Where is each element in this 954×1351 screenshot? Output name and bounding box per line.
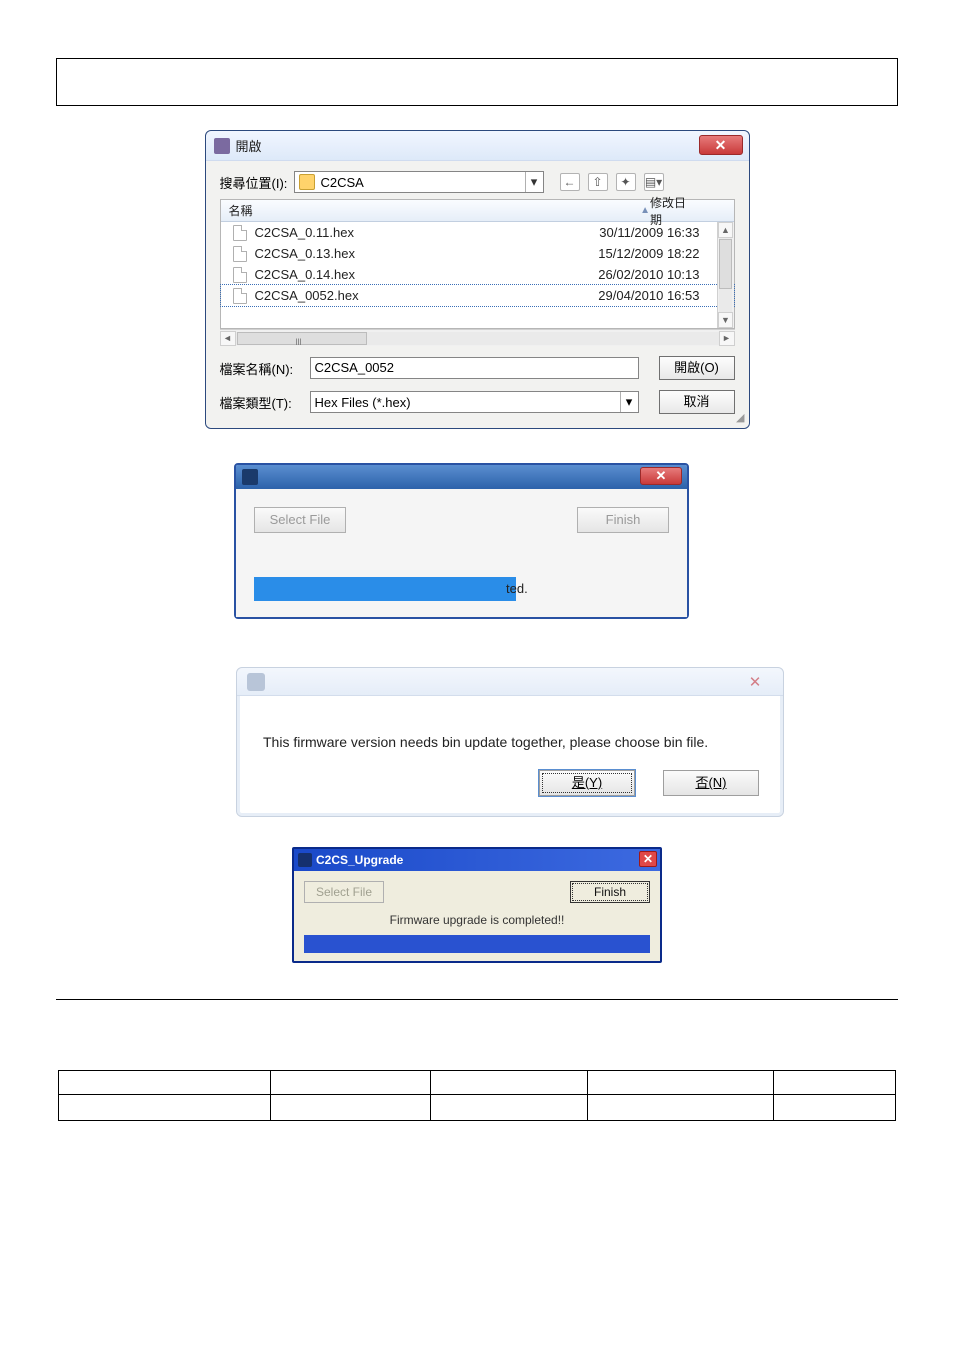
- app-icon: [298, 853, 312, 867]
- new-folder-button[interactable]: ✦: [616, 173, 636, 191]
- close-button[interactable]: ✕: [639, 851, 657, 867]
- close-button[interactable]: ✕: [699, 135, 743, 155]
- finish-button[interactable]: Finish: [570, 881, 650, 903]
- divider: [56, 999, 898, 1000]
- confirm-bin-dialog: ✕ This firmware version needs bin update…: [236, 667, 784, 817]
- file-row[interactable]: C2CSA_0.14.hex 26/02/2010 10:13: [221, 264, 734, 285]
- dialog-titlebar[interactable]: ✕: [236, 465, 687, 489]
- scroll-thumb[interactable]: [719, 239, 732, 289]
- file-list-header[interactable]: 名稱 ▲ 修改日期: [221, 200, 734, 222]
- select-file-button[interactable]: Select File: [304, 881, 384, 903]
- table-cell: [774, 1095, 896, 1121]
- table-cell: [430, 1071, 588, 1095]
- file-list[interactable]: 名稱 ▲ 修改日期 C2CSA_0.11.hex 30/11/2009 16:3…: [220, 199, 735, 329]
- table-cell: [270, 1071, 430, 1095]
- progress-area: ted.: [254, 577, 669, 603]
- finish-button[interactable]: Finish: [577, 507, 669, 533]
- view-menu-button[interactable]: ▤▾: [644, 173, 664, 191]
- file-icon: [233, 288, 247, 304]
- progress-text: ted.: [506, 581, 528, 596]
- cancel-button[interactable]: 取消: [659, 390, 735, 414]
- horizontal-scrollbar[interactable]: ◄ lll ►: [220, 329, 735, 346]
- filetype-label: 檔案類型(T):: [220, 393, 310, 412]
- dialog-message: This firmware version needs bin update t…: [237, 696, 783, 770]
- select-file-button[interactable]: Select File: [254, 507, 346, 533]
- filetype-value: Hex Files (*.hex): [315, 395, 411, 410]
- table-cell: [774, 1071, 896, 1095]
- filetype-combo[interactable]: Hex Files (*.hex) ▾: [310, 391, 639, 413]
- file-date: 15/12/2009 18:22: [598, 246, 733, 261]
- file-icon: [233, 267, 247, 283]
- file-date: 30/11/2009 16:33: [599, 225, 733, 240]
- close-button[interactable]: ✕: [640, 467, 682, 485]
- file-icon: [233, 246, 247, 262]
- file-name: C2CSA_0052.hex: [255, 288, 593, 303]
- file-name: C2CSA_0.11.hex: [255, 225, 593, 240]
- open-dialog-titlebar[interactable]: 開啟 ✕: [206, 131, 749, 161]
- progress-bar: [254, 577, 516, 601]
- no-button[interactable]: 否(N): [663, 770, 759, 796]
- table-cell: [588, 1071, 774, 1095]
- filename-label: 檔案名稱(N):: [220, 359, 310, 378]
- look-in-label: 搜尋位置(I):: [220, 173, 294, 192]
- progress-bar: [304, 935, 650, 953]
- back-button[interactable]: ←: [560, 173, 580, 191]
- look-in-combo[interactable]: C2CSA ▾: [294, 171, 544, 193]
- file-name: C2CSA_0.13.hex: [255, 246, 593, 261]
- upgrade-progress-dialog: ✕ Select File Finish ted.: [234, 463, 689, 619]
- vertical-scrollbar[interactable]: ▲ ▼: [717, 222, 734, 328]
- table-cell: [59, 1095, 271, 1121]
- file-date: 29/04/2010 16:53: [598, 288, 733, 303]
- dialog-titlebar[interactable]: C2CS_Upgrade ✕: [294, 849, 660, 871]
- status-message: Firmware upgrade is completed!!: [304, 913, 650, 927]
- yes-button[interactable]: 是(Y): [539, 770, 635, 796]
- table-cell: [59, 1071, 271, 1095]
- resize-grip-icon[interactable]: ◢: [736, 411, 744, 424]
- chevron-down-icon[interactable]: ▾: [525, 172, 543, 192]
- chevron-down-icon[interactable]: ▾: [620, 392, 638, 412]
- file-icon: [233, 225, 247, 241]
- scroll-right-button[interactable]: ►: [719, 331, 735, 346]
- scroll-left-button[interactable]: ◄: [220, 331, 236, 346]
- file-name: C2CSA_0.14.hex: [255, 267, 593, 282]
- file-row[interactable]: C2CSA_0.13.hex 15/12/2009 18:22: [221, 243, 734, 264]
- open-file-dialog: 開啟 ✕ 搜尋位置(I): C2CSA ▾ ← ⇧ ✦ ▤▾: [205, 130, 750, 429]
- app-icon: [242, 469, 258, 485]
- scroll-up-button[interactable]: ▲: [718, 222, 733, 238]
- filename-input[interactable]: C2CSA_0052: [310, 357, 639, 379]
- look-in-value: C2CSA: [321, 175, 364, 190]
- file-row[interactable]: C2CSA_0.11.hex 30/11/2009 16:33: [221, 222, 734, 243]
- scroll-thumb[interactable]: lll: [237, 332, 367, 345]
- name-column-header[interactable]: 名稱: [229, 202, 561, 219]
- folder-icon: [299, 174, 315, 190]
- open-button[interactable]: 開啟(O): [659, 356, 735, 380]
- footer-table: [58, 1070, 896, 1121]
- file-date: 26/02/2010 10:13: [598, 267, 733, 282]
- sort-indicator-icon: ▲: [640, 205, 650, 216]
- scroll-down-button[interactable]: ▼: [718, 312, 733, 328]
- table-cell: [430, 1095, 588, 1121]
- dialog-title: C2CS_Upgrade: [316, 853, 403, 867]
- app-icon: [247, 673, 265, 691]
- up-button[interactable]: ⇧: [588, 173, 608, 191]
- table-cell: [270, 1095, 430, 1121]
- upgrade-complete-dialog: C2CS_Upgrade ✕ Select File Finish Firmwa…: [292, 847, 662, 963]
- dialog-titlebar[interactable]: ✕: [237, 668, 783, 696]
- open-dialog-title: 開啟: [236, 136, 262, 155]
- close-button[interactable]: ✕: [735, 673, 775, 691]
- file-row-selected[interactable]: C2CSA_0052.hex 29/04/2010 16:53: [221, 285, 734, 306]
- app-icon: [214, 138, 230, 154]
- table-cell: [588, 1095, 774, 1121]
- empty-header-box: [56, 58, 898, 106]
